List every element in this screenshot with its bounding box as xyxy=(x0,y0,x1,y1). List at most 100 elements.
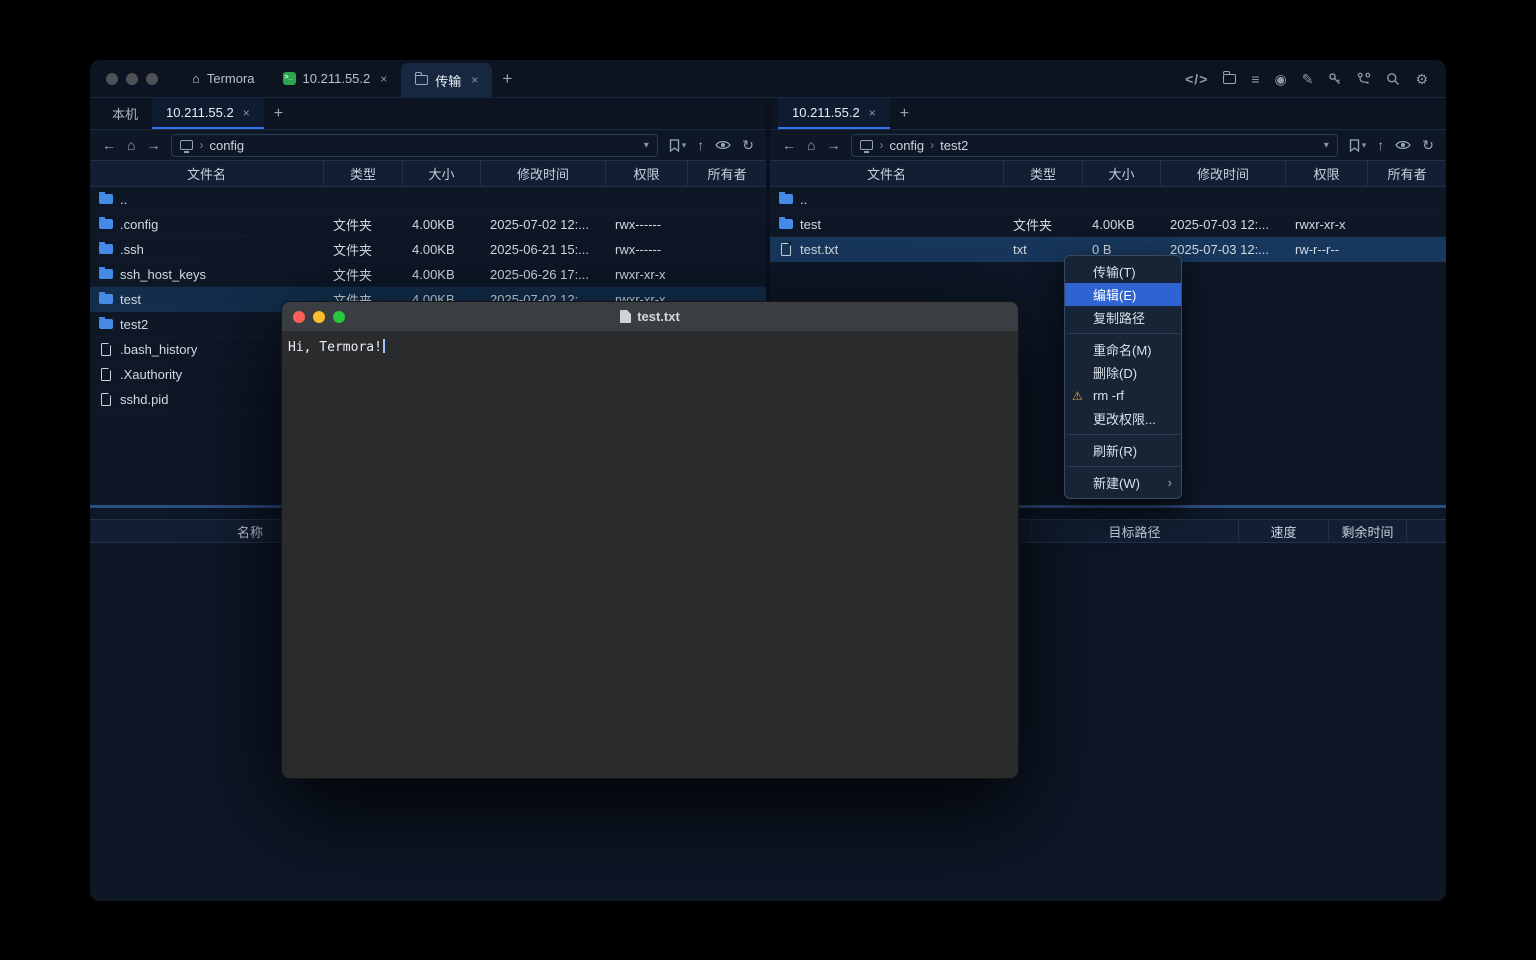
column-header-end xyxy=(1406,520,1446,542)
menu-item-rm-rf[interactable]: ⚠rm -rf xyxy=(1065,384,1181,407)
bookmark-icon[interactable]: ▾ xyxy=(669,139,687,152)
column-header-name[interactable]: 文件名 xyxy=(90,161,324,186)
close-icon[interactable]: × xyxy=(869,106,876,120)
tab-local[interactable]: 本机 xyxy=(98,98,152,129)
settings-icon[interactable]: ⚙ xyxy=(1415,72,1428,86)
record-icon[interactable]: ◉ xyxy=(1274,72,1286,86)
show-hidden-icon[interactable] xyxy=(1395,139,1411,151)
chevron-down-icon[interactable]: ▾ xyxy=(1324,140,1329,151)
terminal-icon xyxy=(283,72,296,85)
refresh-icon[interactable]: ↻ xyxy=(1422,138,1434,152)
column-header-perm[interactable]: 权限 xyxy=(1286,161,1368,186)
menu-item-delete[interactable]: 删除(D) xyxy=(1065,361,1181,384)
file-row[interactable]: ssh_host_keys 文件夹 4.00KB 2025-06-26 17:.… xyxy=(90,262,766,287)
menu-item-edit[interactable]: 编辑(E) xyxy=(1065,283,1181,306)
menu-separator xyxy=(1066,434,1180,435)
text-caret xyxy=(383,339,385,353)
menu-item-refresh[interactable]: 刷新(R) xyxy=(1065,439,1181,462)
tab-remote[interactable]: 10.211.55.2 × xyxy=(778,98,890,129)
file-row[interactable]: test 文件夹 4.00KB 2025-07-03 12:... rwxr-x… xyxy=(770,212,1446,237)
menu-item-new[interactable]: 新建(W)› xyxy=(1065,471,1181,494)
new-tab-button[interactable]: + xyxy=(890,98,919,129)
log-icon[interactable]: ≡ xyxy=(1251,72,1259,86)
column-header-mtime[interactable]: 修改时间 xyxy=(1161,161,1286,186)
file-icon xyxy=(101,393,111,406)
folder-icon[interactable] xyxy=(1223,74,1236,84)
file-icon xyxy=(101,368,111,381)
window-controls[interactable] xyxy=(106,73,158,85)
menu-item-transfer[interactable]: 传输(T) xyxy=(1065,260,1181,283)
code-snippets-icon[interactable]: </> xyxy=(1185,72,1208,86)
home-icon[interactable]: ⌂ xyxy=(127,138,135,152)
refresh-icon[interactable]: ↻ xyxy=(742,138,754,152)
tab-ssh-session[interactable]: 10.211.55.2 × xyxy=(269,60,402,98)
document-icon xyxy=(620,310,631,323)
column-header-size[interactable]: 大小 xyxy=(403,161,481,186)
column-header-perm[interactable]: 权限 xyxy=(606,161,688,186)
file-type: 文件夹 xyxy=(324,265,403,284)
new-tab-button[interactable]: + xyxy=(264,98,293,129)
file-size: 4.00KB xyxy=(403,242,481,257)
menu-item-rename[interactable]: 重命名(M) xyxy=(1065,338,1181,361)
chevron-down-icon[interactable]: ▾ xyxy=(644,140,649,151)
back-icon[interactable]: ← xyxy=(782,138,796,152)
file-row[interactable]: .config 文件夹 4.00KB 2025-07-02 12:... rwx… xyxy=(90,212,766,237)
editor-window-controls[interactable] xyxy=(293,311,345,323)
new-tab-button[interactable]: + xyxy=(492,60,522,98)
close-button[interactable] xyxy=(293,311,305,323)
path-breadcrumb[interactable]: › config ▾ xyxy=(171,134,657,157)
file-name: .Xauthority xyxy=(120,367,182,382)
tab-transfer[interactable]: 传输 × xyxy=(401,63,492,98)
close-icon[interactable]: × xyxy=(471,73,478,87)
bookmark-icon[interactable]: ▾ xyxy=(1349,139,1367,152)
breadcrumb-segment[interactable]: config xyxy=(889,138,924,153)
home-icon: ⌂ xyxy=(192,71,200,86)
keymap-icon[interactable] xyxy=(1357,72,1371,86)
menu-item-label: 复制路径 xyxy=(1093,308,1145,327)
forward-icon[interactable]: → xyxy=(146,138,160,152)
file-row[interactable]: .. xyxy=(770,187,1446,212)
upload-icon[interactable]: ↑ xyxy=(1377,138,1384,152)
breadcrumb-segment[interactable]: config xyxy=(209,138,244,153)
show-hidden-icon[interactable] xyxy=(715,139,731,151)
chevron-down-icon[interactable]: ▾ xyxy=(682,141,687,150)
column-header-mtime[interactable]: 修改时间 xyxy=(481,161,606,186)
column-header-type[interactable]: 类型 xyxy=(324,161,403,186)
column-header-speed[interactable]: 速度 xyxy=(1238,520,1328,542)
titlebar-actions: </> ≡ ◉ ✎ ⚙ xyxy=(1185,72,1446,86)
breadcrumb-segment[interactable]: test2 xyxy=(940,138,968,153)
minimize-button[interactable] xyxy=(313,311,325,323)
close-button[interactable] xyxy=(106,73,118,85)
back-icon[interactable]: ← xyxy=(102,138,116,152)
upload-icon[interactable]: ↑ xyxy=(697,138,704,152)
file-row[interactable]: .ssh 文件夹 4.00KB 2025-06-21 15:... rwx---… xyxy=(90,237,766,262)
tab-remote[interactable]: 10.211.55.2 × xyxy=(152,98,264,129)
home-icon[interactable]: ⌂ xyxy=(807,138,815,152)
zoom-button[interactable] xyxy=(333,311,345,323)
edit-icon[interactable]: ✎ xyxy=(1302,72,1314,86)
file-name: test2 xyxy=(120,317,148,332)
zoom-button[interactable] xyxy=(146,73,158,85)
path-breadcrumb[interactable]: › config › test2 ▾ xyxy=(851,134,1337,157)
key-icon[interactable] xyxy=(1328,72,1342,86)
menu-item-change-permissions[interactable]: 更改权限... xyxy=(1065,407,1181,430)
chevron-down-icon[interactable]: ▾ xyxy=(1362,141,1367,150)
editor-content[interactable]: Hi, Termora! xyxy=(282,332,1018,362)
column-header-name[interactable]: 文件名 xyxy=(770,161,1004,186)
column-header-owner[interactable]: 所有者 xyxy=(688,161,766,186)
editor-titlebar[interactable]: test.txt xyxy=(282,302,1018,332)
column-header-eta[interactable]: 剩余时间 xyxy=(1328,520,1406,542)
close-icon[interactable]: × xyxy=(243,106,250,120)
file-row[interactable]: .. xyxy=(90,187,766,212)
search-icon[interactable] xyxy=(1386,72,1400,86)
column-header-type[interactable]: 类型 xyxy=(1004,161,1083,186)
folder-icon xyxy=(99,219,113,229)
column-header-size[interactable]: 大小 xyxy=(1083,161,1161,186)
tab-termora-home[interactable]: ⌂ Termora xyxy=(178,60,269,98)
close-icon[interactable]: × xyxy=(380,72,387,86)
forward-icon[interactable]: → xyxy=(826,138,840,152)
column-header-destination[interactable]: 目标路径 xyxy=(1030,520,1238,542)
column-header-owner[interactable]: 所有者 xyxy=(1368,161,1446,186)
menu-item-copy-path[interactable]: 复制路径 xyxy=(1065,306,1181,329)
minimize-button[interactable] xyxy=(126,73,138,85)
